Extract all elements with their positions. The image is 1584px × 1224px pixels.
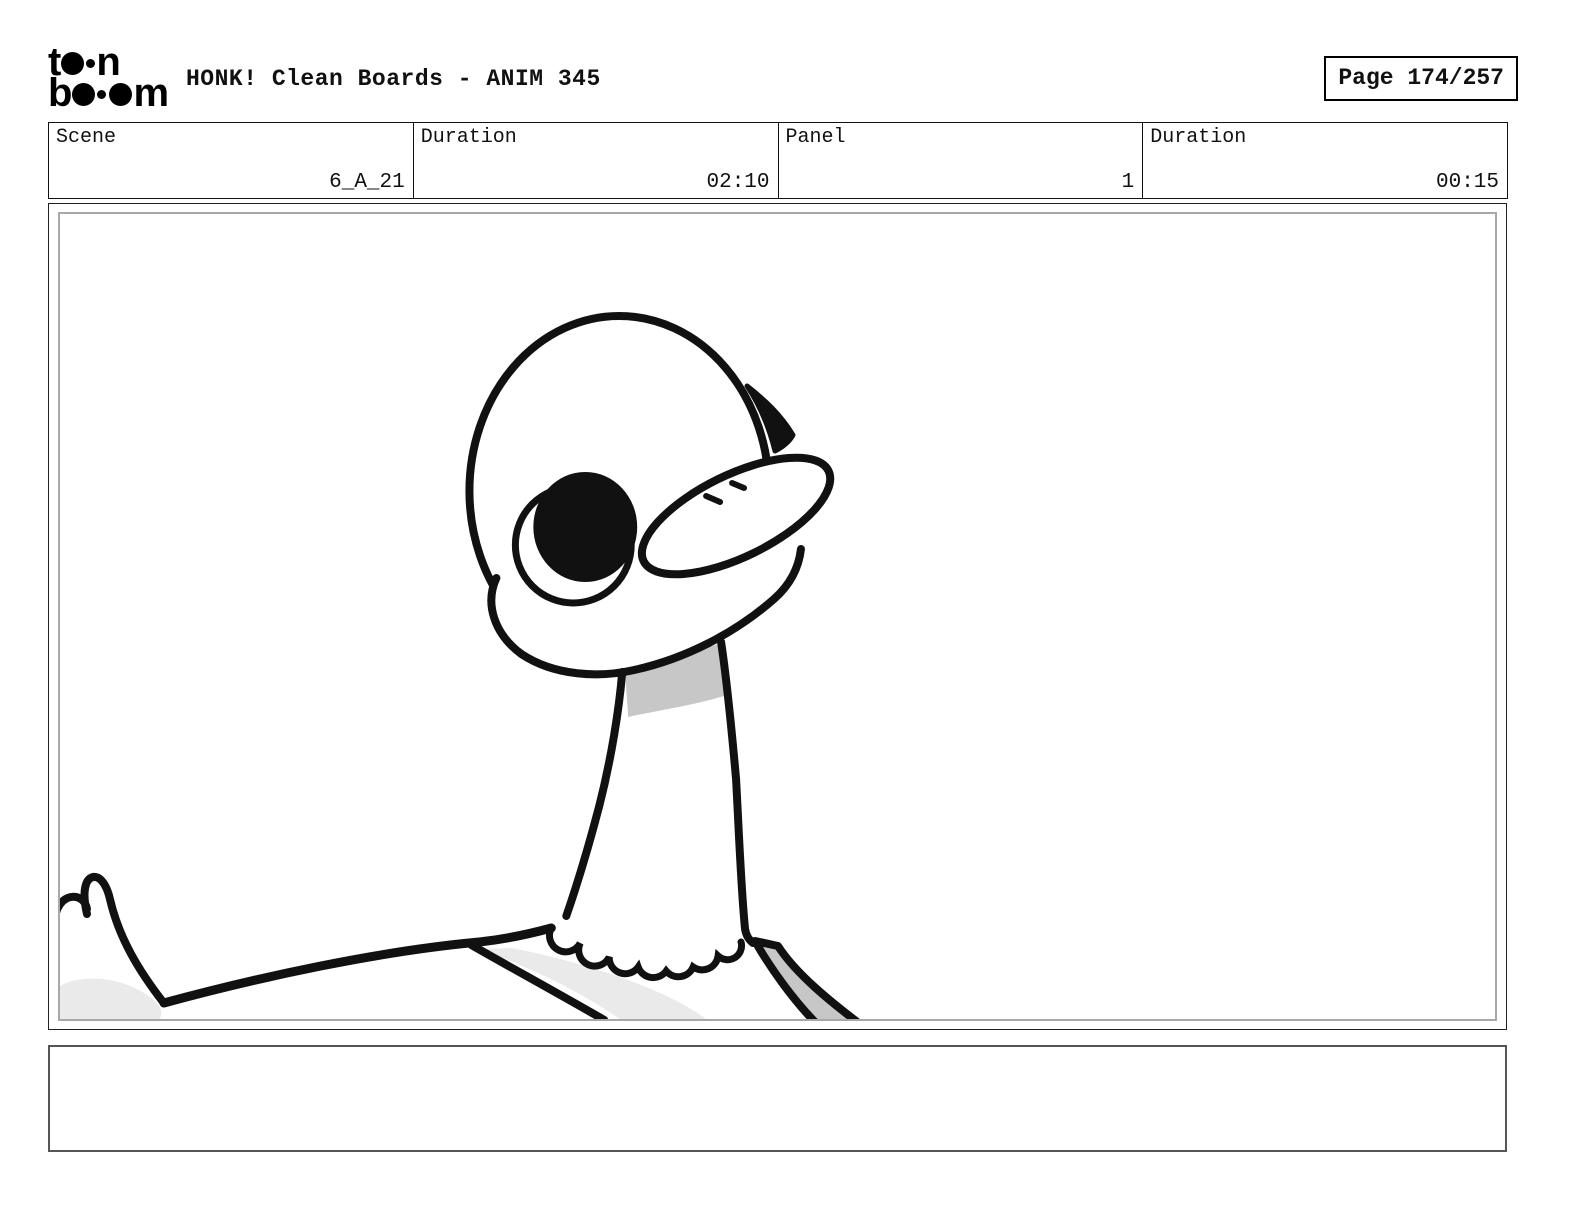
toonboom-logo: t n b m bbox=[48, 40, 178, 115]
info-cell-panel: Panel 1 bbox=[777, 123, 1143, 198]
info-value: 1 bbox=[1121, 171, 1135, 194]
info-label: Duration bbox=[420, 126, 517, 149]
document-title: HONK! Clean Boards - ANIM 345 bbox=[186, 66, 601, 92]
goose-neck-right-line bbox=[717, 638, 758, 947]
logo-dot-small-icon bbox=[97, 90, 107, 99]
goose-body-outline bbox=[159, 923, 556, 1008]
logo-dot-large-icon bbox=[72, 83, 96, 106]
info-cell-scene: Scene 6_A_21 bbox=[49, 123, 413, 198]
goose-body-highlight bbox=[477, 948, 706, 1019]
goose-strap bbox=[751, 937, 860, 1019]
info-value: 02:10 bbox=[706, 171, 770, 194]
goose-neck-left-line bbox=[562, 668, 627, 920]
info-value: 6_A_21 bbox=[329, 171, 405, 194]
storyboard-panel-drawing-area bbox=[58, 212, 1497, 1021]
caption-box bbox=[48, 1045, 1507, 1152]
info-cell-panel-duration: Duration 00:15 bbox=[1142, 123, 1507, 198]
info-label: Duration bbox=[1150, 126, 1247, 149]
goose-pupil bbox=[533, 472, 638, 582]
info-value: 00:15 bbox=[1435, 171, 1499, 194]
goose-drawing bbox=[60, 312, 860, 1019]
logo-dot-small-icon bbox=[86, 59, 96, 68]
page-number-badge: Page 174/257 bbox=[1324, 56, 1518, 101]
storyboard-panel-frame bbox=[48, 203, 1507, 1030]
panel-info-table: Scene 6_A_21 Duration 02:10 Panel 1 Dura… bbox=[48, 122, 1508, 199]
storyboard-page: { "header": { "logo": { "r1a": "t", "r1b… bbox=[0, 0, 1584, 1224]
logo-letter-n: n bbox=[96, 40, 120, 84]
info-cell-scene-duration: Duration 02:10 bbox=[412, 123, 778, 198]
info-label: Scene bbox=[56, 126, 117, 149]
logo-letter-b: b bbox=[48, 71, 72, 115]
logo-dot-large-icon bbox=[109, 83, 133, 106]
logo-letter-m: m bbox=[133, 71, 169, 115]
info-label: Panel bbox=[785, 126, 846, 149]
